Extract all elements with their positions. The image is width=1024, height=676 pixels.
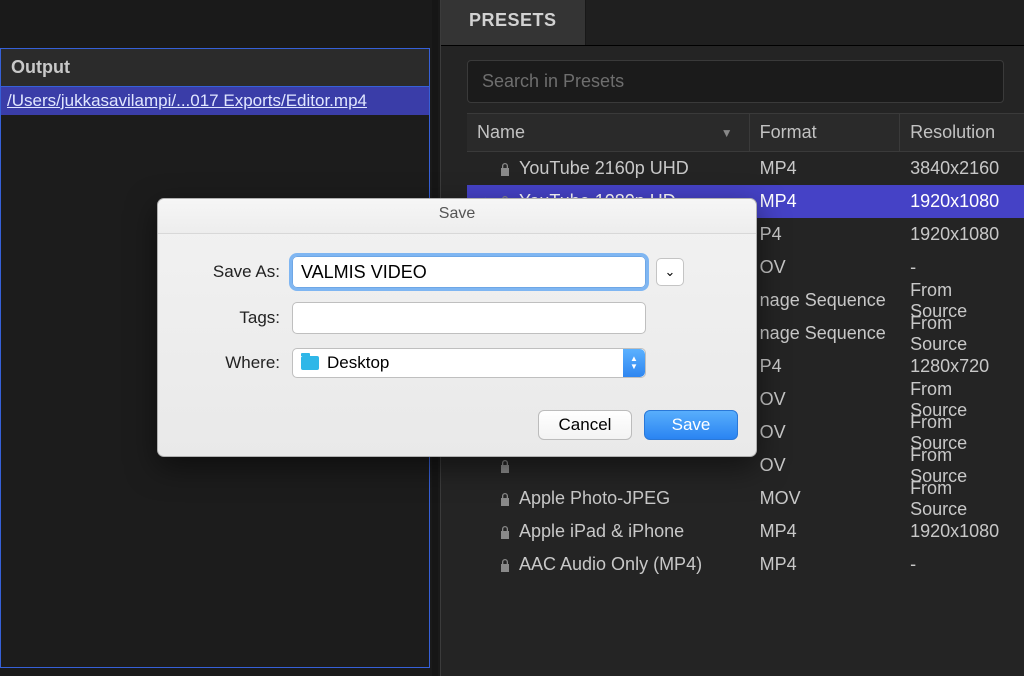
- lock-icon: [499, 459, 511, 473]
- preset-row[interactable]: Apple Photo-JPEGMOVFrom Source: [467, 482, 1024, 515]
- tags-label: Tags:: [188, 308, 280, 328]
- column-header-name[interactable]: Name ▼: [467, 114, 750, 151]
- preset-format: OV: [750, 385, 900, 414]
- expand-dialog-button[interactable]: ⌄: [656, 258, 684, 286]
- where-label: Where:: [188, 353, 280, 373]
- tab-presets[interactable]: PRESETS: [441, 0, 586, 45]
- tags-input[interactable]: [292, 302, 646, 334]
- preset-format: nage Sequence: [750, 319, 900, 348]
- cancel-button[interactable]: Cancel: [538, 410, 632, 440]
- save-dialog: Save Save As: ⌄ Tags: Where: Desktop ▲▼: [157, 198, 757, 457]
- preset-resolution: 1920x1080: [900, 517, 1024, 546]
- lock-icon: [499, 492, 511, 506]
- lock-icon: [499, 162, 511, 176]
- preset-row[interactable]: AAC Audio Only (MP4) MP4-: [467, 548, 1024, 581]
- preset-name: Apple Photo-JPEG: [519, 488, 670, 509]
- tags-row: Tags:: [188, 302, 726, 334]
- preset-resolution: 1920x1080: [900, 187, 1024, 216]
- preset-format: OV: [750, 253, 900, 282]
- lock-icon: [499, 558, 511, 572]
- dialog-body: Save As: ⌄ Tags: Where: Desktop ▲▼: [158, 234, 756, 400]
- preset-row[interactable]: YouTube 2160p UHD MP43840x2160: [467, 152, 1024, 185]
- lock-icon: [499, 525, 511, 539]
- preset-resolution: 1920x1080: [900, 220, 1024, 249]
- preset-name: Apple iPad & iPhone: [519, 521, 684, 542]
- folder-icon: [301, 356, 319, 370]
- output-path-link[interactable]: /Users/jukkasavilampi/...017 Exports/Edi…: [1, 86, 429, 115]
- dialog-footer: Cancel Save: [158, 400, 756, 456]
- where-select[interactable]: Desktop ▲▼: [292, 348, 646, 378]
- preset-format: MOV: [750, 484, 900, 513]
- preset-format: nage Sequence: [750, 286, 900, 315]
- preset-resolution: 3840x2160: [900, 154, 1024, 183]
- select-stepper-icon: ▲▼: [623, 349, 645, 377]
- preset-format: MP4: [750, 154, 900, 183]
- preset-format: MP4: [750, 517, 900, 546]
- preset-resolution: -: [900, 550, 1024, 579]
- save-as-label: Save As:: [188, 262, 280, 282]
- preset-name: AAC Audio Only (MP4): [519, 554, 702, 575]
- output-header: Output: [1, 49, 429, 86]
- column-header-format[interactable]: Format: [750, 114, 900, 151]
- chevron-down-icon: ⌄: [665, 264, 676, 280]
- preset-format: OV: [750, 418, 900, 447]
- preset-resolution: From Source: [900, 474, 1024, 524]
- save-as-row: Save As: ⌄: [188, 256, 726, 288]
- preset-format: OV: [750, 451, 900, 480]
- preset-format: MP4: [750, 187, 900, 216]
- dialog-title: Save: [158, 199, 756, 234]
- where-value: Desktop: [327, 353, 389, 373]
- preset-resolution: From Source: [900, 309, 1024, 359]
- column-header-name-label: Name: [477, 122, 525, 143]
- preset-table-header: Name ▼ Format Resolution: [467, 113, 1024, 152]
- preset-search-input[interactable]: Search in Presets: [467, 60, 1004, 103]
- preset-name: YouTube 2160p UHD: [519, 158, 689, 179]
- preset-format: P4: [750, 352, 900, 381]
- tabs-bar: PRESETS: [441, 0, 1024, 46]
- top-strip: [0, 0, 430, 48]
- save-button[interactable]: Save: [644, 410, 738, 440]
- preset-format: P4: [750, 220, 900, 249]
- preset-format: MP4: [750, 550, 900, 579]
- sort-arrow-icon: ▼: [721, 126, 733, 140]
- where-row: Where: Desktop ▲▼: [188, 348, 726, 378]
- preset-row[interactable]: Apple iPad & iPhone MP41920x1080: [467, 515, 1024, 548]
- save-as-input[interactable]: [292, 256, 646, 288]
- column-header-resolution[interactable]: Resolution: [900, 114, 1024, 151]
